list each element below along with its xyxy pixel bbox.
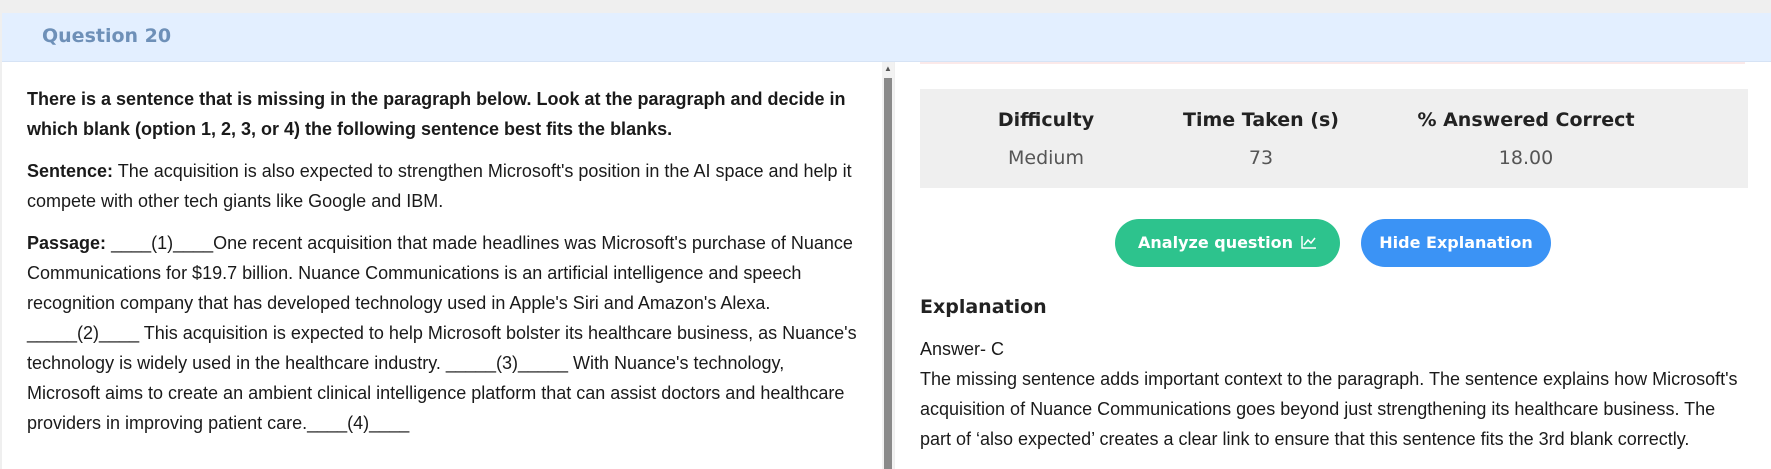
passage-label: Passage: (27, 233, 107, 253)
hide-explanation-button[interactable]: Hide Explanation (1361, 219, 1551, 267)
sentence-paragraph: Sentence: The acquisition is also expect… (27, 156, 857, 216)
chart-line-icon (1301, 220, 1317, 268)
stats-box: Difficulty Medium Time Taken (s) 73 % An… (920, 89, 1748, 188)
time-value: 73 (1248, 147, 1274, 169)
analyze-button-label: Analyze question (1138, 233, 1293, 252)
question-instruction: There is a sentence that is missing in t… (27, 89, 846, 139)
correct-label: % Answered Correct (1417, 109, 1635, 131)
sentence-text: The acquisition is also expected to stre… (27, 161, 852, 211)
passage-paragraph: Passage: ____(1)____One recent acquisiti… (27, 228, 857, 438)
question-scrollbar[interactable]: ▲ (882, 62, 894, 469)
explanation-body: Answer- C The missing sentence adds impo… (920, 334, 1750, 454)
scrollbar-thumb[interactable] (884, 78, 892, 469)
scroll-up-icon[interactable]: ▲ (882, 64, 894, 74)
difficulty-label: Difficulty (997, 109, 1095, 131)
question-header: Question 20 (2, 13, 1771, 62)
analyze-question-button[interactable]: Analyze question (1115, 219, 1340, 267)
explanation-title: Explanation (920, 296, 1047, 318)
question-title: Question 20 (42, 25, 172, 47)
difficulty-value: Medium (1008, 147, 1084, 169)
question-panel: There is a sentence that is missing in t… (2, 62, 882, 469)
time-label: Time Taken (s) (1183, 109, 1339, 131)
sentence-label: Sentence: (27, 161, 114, 181)
explanation-text: The missing sentence adds important cont… (920, 369, 1738, 449)
explanation-answer: Answer- C (920, 339, 1005, 359)
panel-divider (920, 62, 1745, 64)
explanation-panel: Difficulty Medium Time Taken (s) 73 % An… (895, 62, 1771, 469)
correct-value: 18.00 (1498, 147, 1554, 169)
passage-text: ____(1)____One recent acquisition that m… (27, 233, 857, 433)
